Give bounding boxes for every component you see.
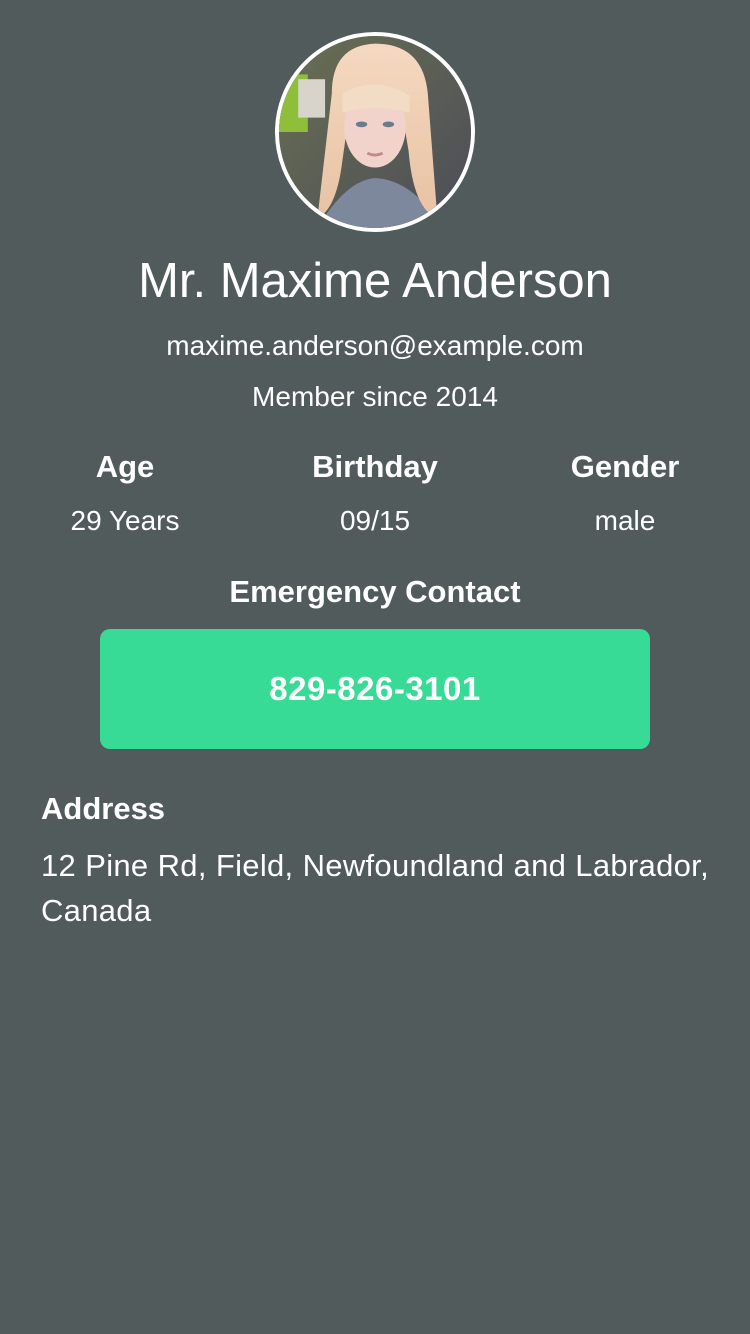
emergency-call-button[interactable]: 829-826-3101 [100, 629, 650, 749]
profile-name: Mr. Maxime Anderson [138, 254, 612, 308]
user-photo-icon [279, 36, 471, 228]
address-heading: Address [41, 791, 166, 826]
stat-value: 09/15 [339, 505, 411, 536]
profile-email: maxime.anderson@example.com [166, 330, 584, 361]
stat-value: male [594, 505, 656, 536]
stat-gender: Gender male [500, 447, 750, 539]
stat-label: Gender [570, 449, 680, 484]
stat-age: Age 29 Years [0, 447, 250, 539]
member-since: Member since 2014 [252, 381, 498, 412]
address-text: 12 Pine Rd, Field, Newfoundland and Labr… [41, 848, 709, 928]
emergency-contact-heading: Emergency Contact [229, 574, 521, 609]
stat-label: Birthday [312, 449, 438, 484]
stat-label: Age [95, 449, 155, 484]
avatar [275, 32, 475, 232]
stat-value: 29 Years [70, 505, 180, 536]
stats-row: Age 29 Years Birthday 09/15 Gender male [0, 447, 750, 539]
stat-birthday: Birthday 09/15 [250, 447, 500, 539]
